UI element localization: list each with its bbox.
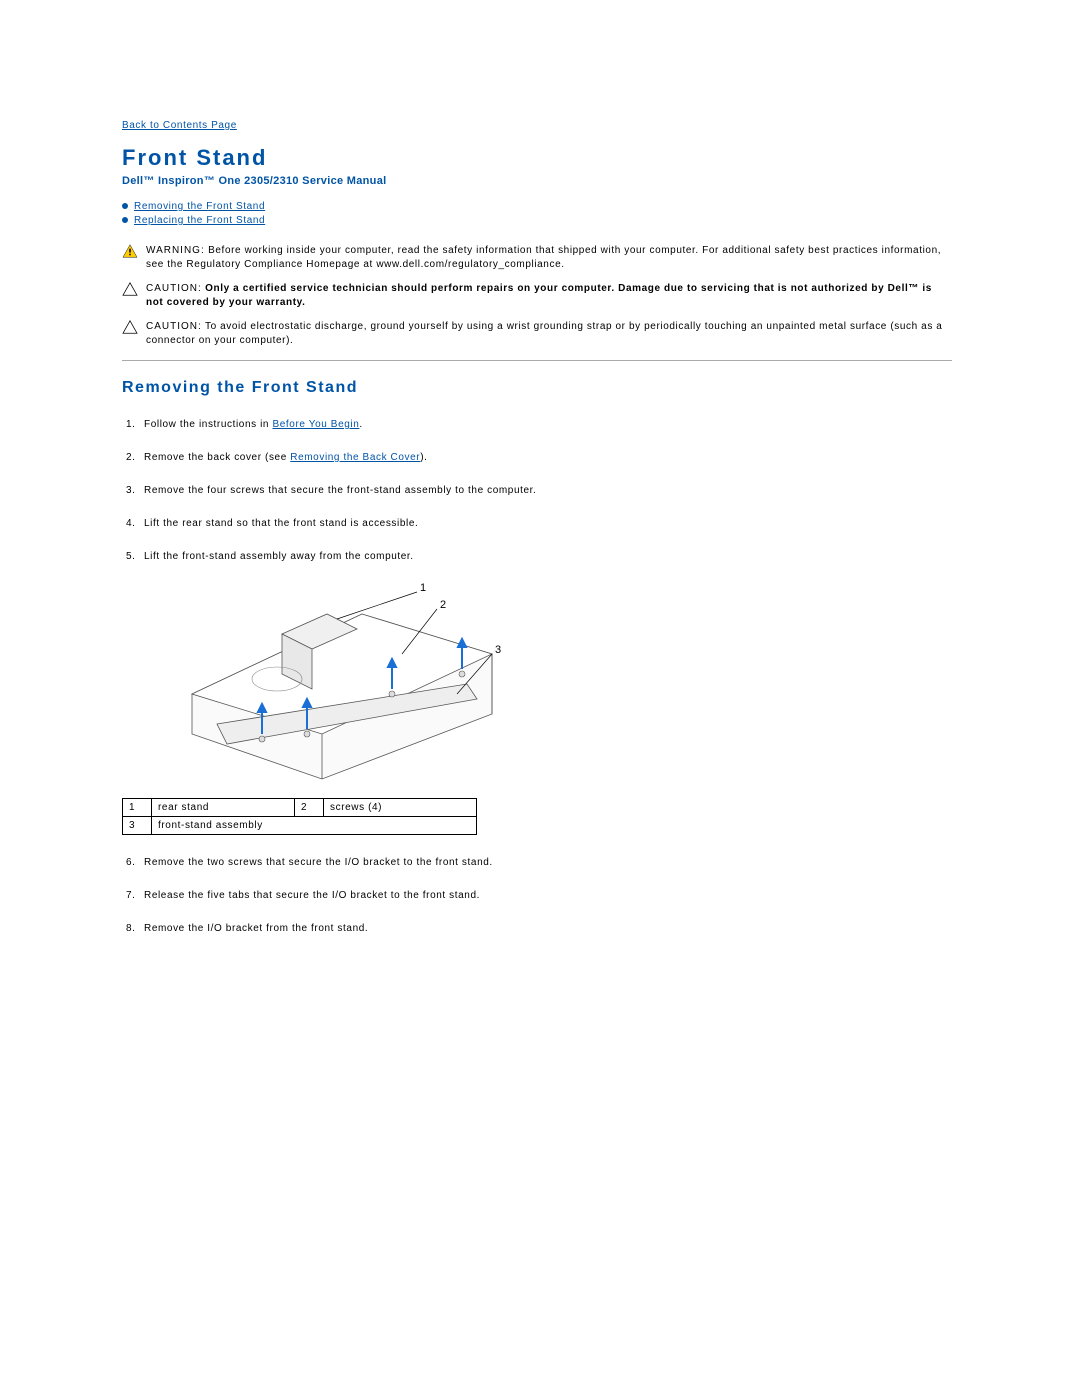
page-subtitle: Dell™ Inspiron™ One 2305/2310 Service Ma… [122, 175, 952, 187]
step-text: ). [420, 452, 427, 463]
step-text: Remove the back cover (see [144, 452, 290, 463]
page-title: Front Stand [122, 145, 952, 171]
step-item: Remove the four screws that secure the f… [122, 485, 952, 496]
table-row: 1 rear stand 2 screws (4) [123, 799, 477, 817]
steps-list-continued: Remove the two screws that secure the I/… [122, 857, 952, 934]
part-label: screws (4) [324, 799, 477, 817]
section-divider [122, 360, 952, 361]
part-label: front-stand assembly [152, 817, 477, 835]
step-item: Remove the I/O bracket from the front st… [122, 923, 952, 934]
toc-item: Replacing the Front Stand [122, 215, 952, 226]
step-text: Follow the instructions in [144, 419, 272, 430]
caution-notice: CAUTION: Only a certified service techni… [122, 282, 952, 310]
part-number: 2 [295, 799, 324, 817]
caution-label: CAUTION: [146, 321, 202, 332]
callout-3: 3 [495, 644, 502, 656]
step-item: Follow the instructions in Before You Be… [122, 419, 952, 430]
front-stand-diagram: 1 2 3 [162, 584, 522, 784]
step-text: . [359, 419, 362, 430]
before-you-begin-link[interactable]: Before You Begin [272, 419, 359, 430]
step-item: Lift the front-stand assembly away from … [122, 551, 952, 562]
toc-list: Removing the Front Stand Replacing the F… [122, 201, 952, 226]
warning-icon [122, 244, 140, 272]
caution-label: CAUTION: [146, 283, 202, 294]
warning-label: WARNING: [146, 245, 205, 256]
part-number: 1 [123, 799, 152, 817]
caution-icon [122, 320, 140, 348]
step-item: Lift the rear stand so that the front st… [122, 518, 952, 529]
step-item: Remove the two screws that secure the I/… [122, 857, 952, 868]
back-to-contents-link[interactable]: Back to Contents Page [122, 120, 237, 131]
section-title: Removing the Front Stand [122, 379, 952, 397]
part-number: 3 [123, 817, 152, 835]
steps-list: Follow the instructions in Before You Be… [122, 419, 952, 562]
callout-1: 1 [420, 582, 427, 594]
step-item: Remove the back cover (see Removing the … [122, 452, 952, 463]
toc-link-replacing[interactable]: Replacing the Front Stand [134, 215, 265, 226]
table-row: 3 front-stand assembly [123, 817, 477, 835]
parts-table: 1 rear stand 2 screws (4) 3 front-stand … [122, 798, 477, 835]
step-item: Release the five tabs that secure the I/… [122, 890, 952, 901]
part-label: rear stand [152, 799, 295, 817]
caution-text: To avoid electrostatic discharge, ground… [146, 321, 942, 346]
caution-notice: CAUTION: To avoid electrostatic discharg… [122, 320, 952, 348]
warning-notice: WARNING: Before working inside your comp… [122, 244, 952, 272]
caution-icon [122, 282, 140, 310]
removing-back-cover-link[interactable]: Removing the Back Cover [290, 452, 420, 463]
bullet-icon [122, 203, 128, 209]
toc-link-removing[interactable]: Removing the Front Stand [134, 201, 265, 212]
callout-2: 2 [440, 599, 447, 611]
bullet-icon [122, 217, 128, 223]
toc-item: Removing the Front Stand [122, 201, 952, 212]
warning-text: Before working inside your computer, rea… [146, 245, 941, 270]
caution-text-bold: Only a certified service technician shou… [146, 283, 932, 308]
